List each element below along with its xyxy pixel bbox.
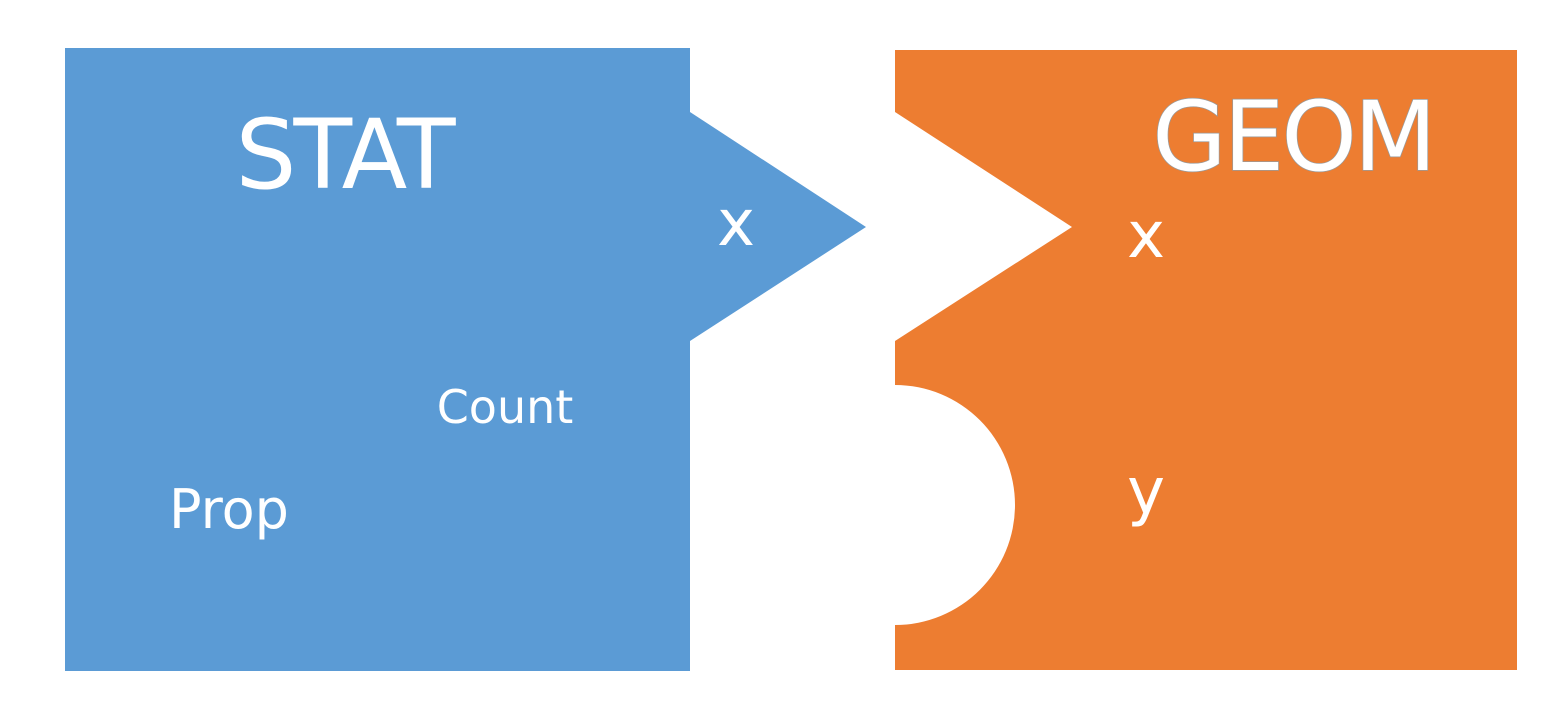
stat-count-label: Count bbox=[437, 380, 574, 434]
stat-shape bbox=[65, 48, 866, 671]
stat-output-x-label: x bbox=[717, 187, 755, 261]
stat-prop-label: Prop bbox=[169, 478, 289, 541]
geom-input-y-label: y bbox=[1127, 455, 1165, 529]
geom-title: GEOM bbox=[1152, 81, 1433, 193]
stat-title: STAT bbox=[236, 99, 456, 211]
geom-input-x-label: x bbox=[1127, 199, 1165, 273]
stat-geom-diagram: STAT x Count Prop GEOM x y bbox=[65, 48, 1517, 671]
geom-block: GEOM x y bbox=[895, 50, 1517, 670]
stat-block: STAT x Count Prop bbox=[65, 48, 866, 671]
